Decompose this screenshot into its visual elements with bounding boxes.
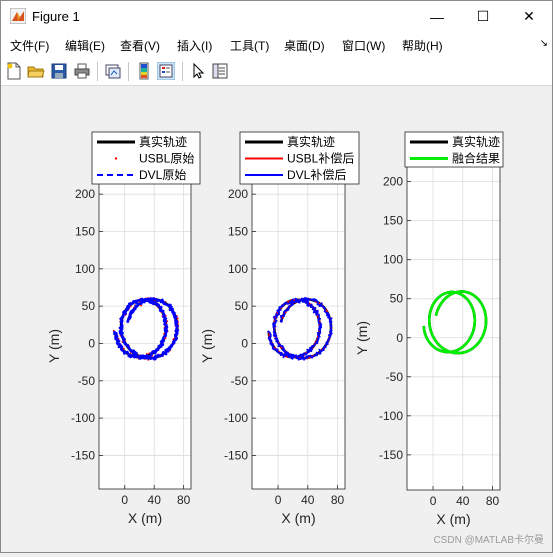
x-tick-label: 80	[331, 493, 345, 507]
menu-window[interactable]: 窗口(W)	[342, 37, 385, 54]
y-tick-label: 150	[75, 225, 95, 239]
toolbar-separator	[128, 62, 129, 81]
x-axis-label: X (m)	[128, 510, 162, 526]
figure-plots[interactable]: 0 40 80 -150 -100 -50 0 50 100 150 200 X (m) Y (m) 真实…	[2, 86, 552, 552]
y-tick-label: 50	[82, 299, 96, 313]
menu-desktop[interactable]: 桌面(D)	[284, 37, 325, 54]
y-tick-label: 50	[235, 299, 249, 313]
y-tick-label: -150	[379, 448, 403, 462]
y-tick-label: -50	[78, 374, 96, 388]
y-tick-label: 0	[88, 336, 95, 350]
menu-edit[interactable]: 编辑(E)	[65, 37, 105, 54]
x-tick-label: 40	[456, 494, 470, 508]
y-tick-label: 0	[396, 331, 403, 345]
property-editor-icon[interactable]	[211, 62, 229, 80]
y-tick-label: 100	[383, 253, 403, 267]
y-tick-label: 0	[241, 336, 248, 350]
y-tick-label: 100	[228, 262, 248, 276]
usbl-point	[140, 304, 142, 307]
x-tick-label: 0	[430, 494, 437, 508]
figure-toolbar	[1, 58, 552, 86]
menu-file[interactable]: 文件(F)	[10, 37, 49, 54]
legend-entry-label: 真实轨迹	[139, 134, 187, 149]
toolbar-separator	[97, 62, 98, 81]
y-axis-label: Y (m)	[354, 321, 370, 355]
menu-bar: 文件(F) 编辑(E) 查看(V) 插入(I) 工具(T) 桌面(D) 窗口(W…	[1, 32, 552, 59]
toolbar-separator	[182, 62, 183, 81]
maximize-button[interactable]: ☐	[460, 1, 506, 32]
x-tick-label: 40	[301, 493, 315, 507]
y-tick-label: 150	[228, 225, 248, 239]
usbl-point	[176, 317, 179, 320]
legend-entry-label: 融合结果	[452, 151, 500, 166]
y-tick-label: -100	[71, 411, 95, 425]
insert-legend-icon[interactable]	[157, 62, 175, 80]
y-tick-label: 50	[390, 292, 404, 306]
x-tick-label: 0	[121, 493, 128, 507]
close-button[interactable]: ✕	[506, 1, 552, 32]
x-tick-label: 40	[148, 493, 162, 507]
new-figure-icon[interactable]	[5, 62, 23, 80]
link-plot-icon[interactable]	[104, 62, 122, 80]
y-axis-label: Y (m)	[46, 329, 62, 363]
x-tick-label: 80	[486, 494, 500, 508]
y-tick-label: -50	[386, 370, 404, 384]
legend-entry-label: USBL原始	[139, 152, 194, 166]
x-tick-label: 0	[275, 493, 282, 507]
y-tick-label: -50	[231, 374, 249, 388]
y-tick-label: 150	[383, 214, 403, 228]
figure-window: Figure 1 — ☐ ✕ 文件(F) 编辑(E) 查看(V) 插入(I) 工…	[0, 0, 553, 553]
menu-view[interactable]: 查看(V)	[120, 37, 160, 54]
insert-colorbar-icon[interactable]	[135, 62, 153, 80]
y-tick-label: 100	[75, 262, 95, 276]
x-axis-label: X (m)	[436, 511, 470, 527]
open-file-icon[interactable]	[27, 62, 45, 80]
x-axis-label: X (m)	[281, 510, 315, 526]
window-title: Figure 1	[32, 9, 80, 24]
figure-canvas[interactable]: 0 40 80 -150 -100 -50 0 50 100 150 200 X (m) Y (m) 真实…	[2, 86, 552, 552]
usbl-point	[122, 347, 125, 350]
x-tick-label: 80	[177, 493, 191, 507]
save-icon[interactable]	[50, 62, 68, 80]
legend-entry-label: 真实轨迹	[287, 134, 335, 149]
legend-entry-label: DVL补偿后	[287, 167, 346, 182]
minimize-button[interactable]: —	[414, 1, 460, 32]
menu-help[interactable]: 帮助(H)	[402, 37, 443, 54]
watermark: CSDN @MATLAB卡尔曼	[433, 535, 544, 546]
legend-entry-label: DVL原始	[139, 168, 186, 182]
y-tick-label: -100	[224, 411, 248, 425]
y-tick-label: 200	[383, 175, 403, 189]
menu-insert[interactable]: 插入(I)	[177, 37, 212, 54]
y-tick-label: -100	[379, 409, 403, 423]
y-axis-label: Y (m)	[199, 329, 215, 363]
y-tick-label: -150	[224, 448, 248, 462]
y-tick-label: 200	[228, 187, 248, 201]
legend-entry-label: 真实轨迹	[452, 134, 500, 149]
y-tick-label: -150	[71, 448, 95, 462]
legend-marker	[114, 157, 118, 160]
pointer-icon[interactable]	[189, 62, 207, 80]
print-icon[interactable]	[73, 62, 91, 80]
y-tick-label: 200	[75, 187, 95, 201]
menu-tools[interactable]: 工具(T)	[230, 37, 269, 54]
matlab-app-icon	[10, 8, 26, 24]
legend-entry-label: USBL补偿后	[287, 151, 354, 166]
menu-overflow-icon[interactable]: ↘	[540, 38, 548, 49]
title-bar: Figure 1 — ☐ ✕	[1, 1, 552, 32]
